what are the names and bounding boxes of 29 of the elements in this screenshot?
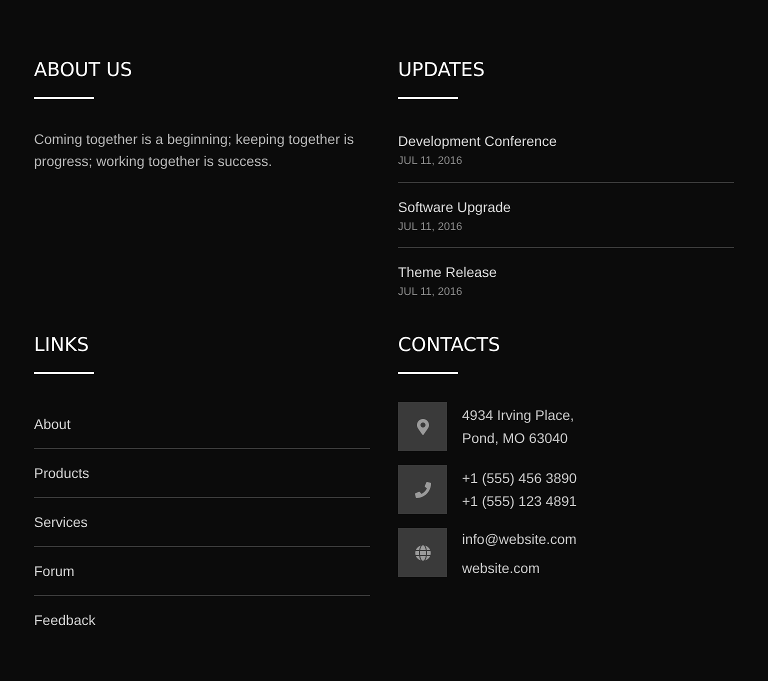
about-text: Coming together is a beginning; keeping together is progress; working together is success. [34, 130, 355, 171]
heading-underline [398, 97, 458, 99]
footer-link[interactable]: About [34, 414, 71, 434]
footer-link[interactable]: Services [34, 512, 88, 532]
map-pin-icon [414, 418, 430, 434]
section-heading: UPDATES [398, 61, 485, 80]
update-link[interactable]: Software Upgrade [398, 198, 511, 216]
update-link[interactable]: Development Conference [398, 132, 557, 150]
contact-detail: 4934 Irving Place, [462, 406, 574, 425]
contact-detail: Pond, MO 63040 [462, 428, 569, 448]
footer-link[interactable]: Feedback [34, 610, 96, 631]
heading-underline [398, 372, 458, 374]
heading-underline [34, 372, 94, 374]
globe-icon [414, 544, 430, 560]
update-date: JUL 11, 2016 [398, 154, 462, 169]
phone-icon [414, 482, 430, 498]
section-heading: LINKS [34, 336, 89, 355]
contact-detail: +1 (555) 123 4891 [462, 492, 577, 511]
footer-link[interactable]: Forum [34, 560, 74, 582]
footer-link[interactable]: Products [34, 462, 90, 484]
section-heading: ABOUT US [34, 61, 132, 80]
update-date: JUL 11, 2016 [398, 220, 462, 234]
update-link[interactable]: Theme Release [398, 263, 497, 281]
contact-detail: info@website.com [462, 530, 577, 549]
update-date: JUL 11, 2016 [398, 285, 462, 300]
section-heading: CONTACTS [398, 336, 500, 355]
contact-detail: +1 (555) 456 3890 [462, 468, 577, 488]
heading-underline [34, 97, 94, 99]
contact-detail: website.com [462, 559, 541, 578]
